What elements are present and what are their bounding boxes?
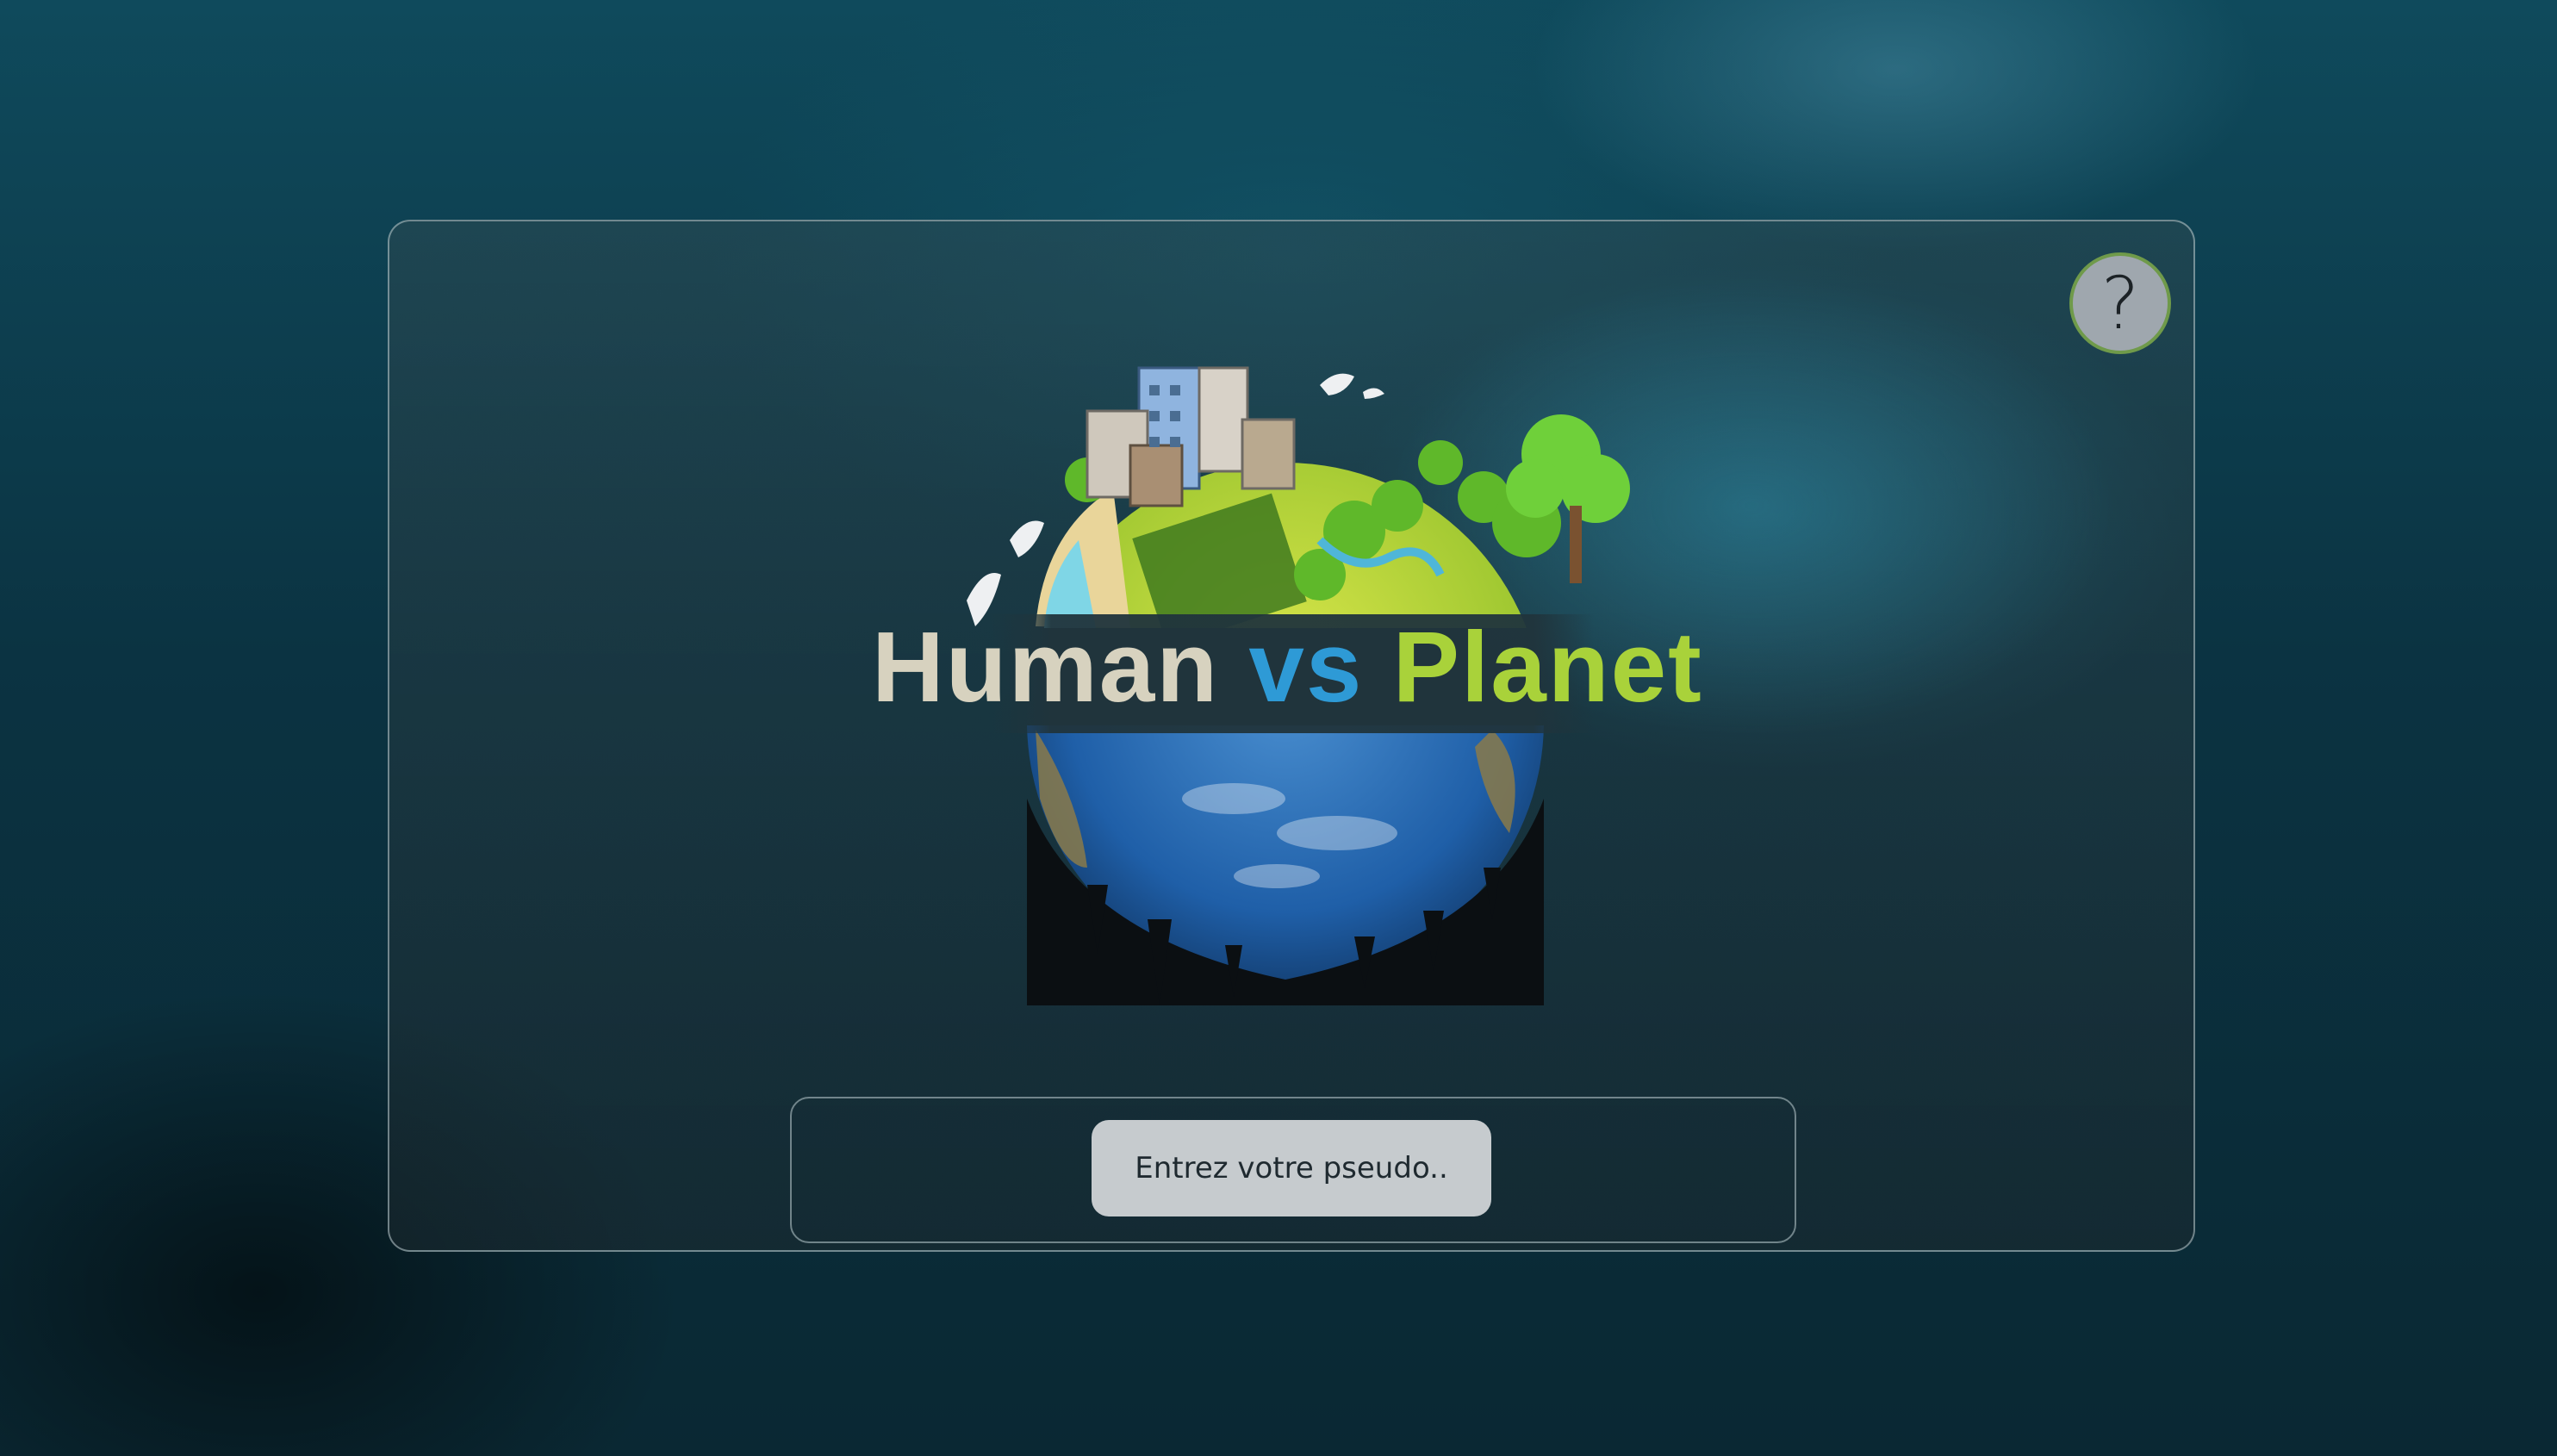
game-logo: Human vs Planet [872,316,1702,1005]
help-button[interactable]: ? [2069,252,2171,354]
title-vs: vs [1248,611,1364,723]
question-mark-icon: ? [2100,261,2140,345]
title-human: Human [872,611,1220,723]
main-panel: ? Human vs Planet [388,220,2195,1252]
title-planet: Planet [1392,611,1703,723]
pseudo-input[interactable] [1092,1120,1491,1216]
logo-title: Human vs Planet [872,609,1702,725]
